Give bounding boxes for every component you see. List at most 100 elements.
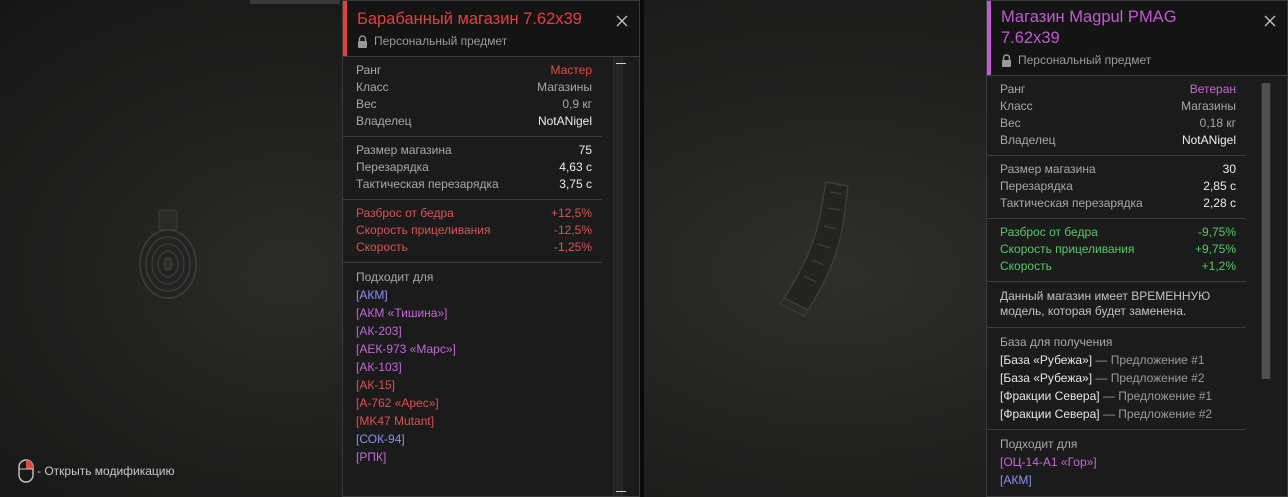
stat-value: +9,75% — [1194, 242, 1236, 256]
stat-row: Разброс от бедра +12,5% — [356, 205, 592, 222]
tooltip-scrollbar[interactable] — [613, 57, 623, 496]
stat-label: Ранг — [356, 63, 382, 77]
base-offer: — Предложение #1 — [1092, 353, 1205, 367]
tooltip-scrollbar[interactable] — [1261, 83, 1271, 379]
compatible-weapon-link[interactable]: [РПК] — [356, 448, 592, 466]
stat-label: Разброс от бедра — [356, 206, 454, 220]
stat-label: Перезарядка — [356, 160, 429, 174]
close-icon[interactable] — [615, 14, 629, 28]
stat-row: Вес 0,9 кг — [356, 96, 592, 113]
stat-value: Магазины — [1181, 99, 1236, 113]
stat-row: Владелец NotANigel — [356, 113, 592, 130]
tooltip-header: Барабанный магазин 7.62x39 Персональный … — [343, 1, 639, 57]
stat-value: 4,63 с — [559, 160, 592, 174]
stat-row: Класс Магазины — [1000, 98, 1236, 115]
stat-row: Размер магазина 30 — [1000, 161, 1236, 178]
stat-row: Скорость прицеливания +9,75% — [1000, 241, 1236, 258]
compatible-weapon-link[interactable]: [MK47 Mutant] — [356, 412, 592, 430]
stat-row: Перезарядка 2,85 с — [1000, 178, 1236, 195]
stat-value: NotANigel — [537, 114, 592, 128]
pmag-magazine-image — [779, 181, 849, 317]
base-name: [База «Рубежа»] — [1000, 371, 1093, 385]
tooltip-header: Магазин Magpul PMAG 7.62x39 Персональный… — [987, 1, 1287, 76]
fits-title: Подходит для — [1000, 437, 1078, 451]
base-offer-row[interactable]: [Фракции Севера] — Предложение #1 — [1000, 387, 1236, 405]
fits-list: [ОЦ-14-А1 «Гор»] [АКМ] — [1000, 453, 1236, 489]
personal-item-label: Персональный предмет — [357, 34, 609, 48]
fits-section: Подходит для [АКМ] [АКМ «Тишина»] [АК-203]… — [343, 263, 602, 472]
compatible-weapon-link[interactable]: [СОК-94] — [356, 430, 592, 448]
compatible-weapon-link[interactable]: [АКМ] — [1000, 471, 1236, 489]
stat-label: Тактическая перезарядка — [356, 177, 499, 191]
scrollbar-thumb[interactable] — [1262, 83, 1270, 379]
base-offer-row[interactable]: [Фракции Севера] — Предложение #2 — [1000, 405, 1236, 423]
scroll-top-marker — [616, 63, 626, 64]
compatible-weapon-link[interactable]: [АЕК-973 «Марс»] — [356, 340, 592, 358]
compatible-weapon-link[interactable]: [АКМ «Тишина»] — [356, 304, 592, 322]
base-offer-row[interactable]: [База «Рубежа»] — Предложение #1 — [1000, 351, 1236, 369]
stat-value: Мастер — [550, 63, 592, 77]
close-icon[interactable] — [1263, 14, 1277, 28]
info-section: Ранг Ветеран Класс Магазины Вес 0,18 кг Владел… — [987, 76, 1246, 156]
tooltip-body: Ранг Ветеран Класс Магазины Вес 0,18 кг Владел… — [987, 76, 1246, 495]
base-name: [Фракции Севера] — [1000, 389, 1100, 403]
stat-row: Ранг Мастер — [356, 62, 592, 79]
open-mod-hint: - Открыть модификацию — [18, 459, 175, 483]
stat-label: Вес — [356, 97, 377, 111]
tooltip-body: Ранг Мастер Класс Магазины Вес 0,9 кг Владелец… — [343, 57, 602, 472]
scrollbar-track — [614, 57, 622, 496]
stat-value: Магазины — [537, 80, 592, 94]
drum-magazine-image — [139, 209, 197, 299]
stat-label: Владелец — [1000, 133, 1056, 147]
stat-row: Перезарядка 4,63 с — [356, 159, 592, 176]
stat-value: 2,85 с — [1203, 179, 1236, 193]
base-offer-row[interactable]: [База «Рубежа»] — Предложение #2 — [1000, 369, 1236, 387]
stat-label: Владелец — [356, 114, 412, 128]
lock-icon — [358, 34, 367, 48]
personal-item-label: Персональный предмет — [1001, 53, 1257, 67]
stat-row: Скорость прицеливания -12,5% — [356, 222, 592, 239]
open-mod-hint-text: - Открыть модификацию — [37, 464, 175, 478]
info-section: Ранг Мастер Класс Магазины Вес 0,9 кг Владелец… — [343, 57, 602, 137]
rarity-accent-bar — [343, 1, 347, 56]
stat-label: Тактическая перезарядка — [1000, 196, 1143, 210]
stat-value: 30 — [1222, 162, 1236, 176]
stat-label: Разброс от бедра — [1000, 225, 1098, 239]
stat-row: Размер магазина 75 — [356, 142, 592, 159]
stat-value: 2,28 с — [1203, 196, 1236, 210]
stat-value: Ветеран — [1189, 82, 1236, 96]
base-name: [Фракции Севера] — [1000, 407, 1100, 421]
stat-row: Разброс от бедра -9,75% — [1000, 224, 1236, 241]
modifiers-section: Разброс от бедра -9,75% Скорость прицелива… — [987, 219, 1246, 282]
stat-value: -1,25% — [553, 240, 592, 254]
stat-label: Размер магазина — [356, 143, 452, 157]
stat-row: Класс Магазины — [356, 79, 592, 96]
fits-section: Подходит для [ОЦ-14-А1 «Гор»] [АКМ] — [987, 430, 1246, 495]
stat-label: Вес — [1000, 116, 1021, 130]
stats-section: Размер магазина 30 Перезарядка 2,85 с Тактич… — [987, 156, 1246, 219]
base-section: База для получения [База «Рубежа»] — Пре… — [987, 328, 1246, 430]
stat-label: Класс — [1000, 99, 1033, 113]
lock-icon — [1002, 53, 1011, 67]
mouse-icon — [18, 459, 34, 483]
compatible-weapon-link[interactable]: [АКМ] — [356, 286, 592, 304]
stat-value: +12,5% — [550, 206, 592, 220]
modifiers-section: Разброс от бедра +12,5% Скорость прицелива… — [343, 200, 602, 263]
compatible-weapon-link[interactable]: [А-762 «Арес»] — [356, 394, 592, 412]
stat-label: Размер магазина — [1000, 162, 1096, 176]
compatible-weapon-link[interactable]: [ОЦ-14-А1 «Гор»] — [1000, 453, 1236, 471]
stat-row: Тактическая перезарядка 3,75 с — [356, 176, 592, 193]
stat-value: +1,2% — [1201, 259, 1236, 273]
compatible-weapon-link[interactable]: [АК-103] — [356, 358, 592, 376]
stat-value: 0,18 кг — [1199, 116, 1236, 130]
temporary-model-note: Данный магазин имеет ВРЕМЕННУЮ модель, к… — [1000, 289, 1211, 318]
base-title: База для получения — [1000, 335, 1113, 349]
base-offer: — Предложение #2 — [1092, 371, 1205, 385]
compatible-weapon-link[interactable]: [АК-15] — [356, 376, 592, 394]
base-offer: — Предложение #2 — [1099, 407, 1213, 421]
stat-label: Перезарядка — [1000, 179, 1073, 193]
stat-label: Класс — [356, 80, 389, 94]
stat-row: Скорость -1,25% — [356, 239, 592, 256]
compatible-weapon-link[interactable]: [АК-203] — [356, 322, 592, 340]
stat-row: Тактическая перезарядка 2,28 с — [1000, 195, 1236, 212]
